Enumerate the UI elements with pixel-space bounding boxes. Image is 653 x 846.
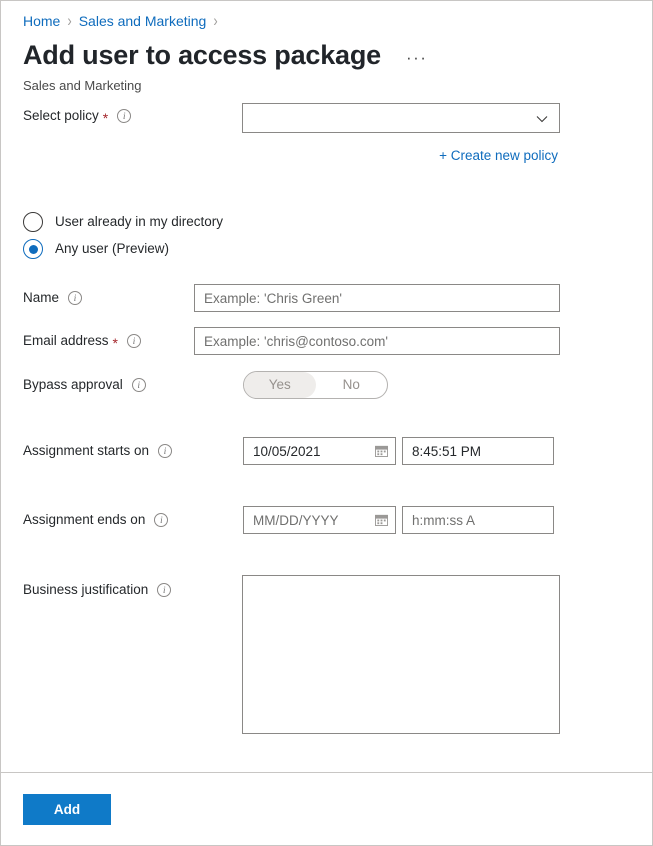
assignment-ends-label-text: Assignment ends on	[23, 512, 146, 527]
add-button[interactable]: Add	[23, 794, 111, 825]
bypass-approval-label-text: Bypass approval	[23, 377, 123, 392]
assignment-starts-date-input[interactable]	[243, 437, 396, 465]
info-icon[interactable]: i	[127, 334, 141, 348]
radio-label-user-already-in-directory: User already in my directory	[55, 214, 224, 229]
assignment-ends-date-input[interactable]	[243, 506, 396, 534]
radio-unchecked-icon	[23, 212, 43, 232]
toggle-option-yes[interactable]: Yes	[244, 372, 316, 398]
email-input[interactable]	[194, 327, 560, 355]
more-options-icon[interactable]: ···	[403, 49, 430, 66]
page-title-row: Add user to access package ···	[23, 39, 430, 71]
breadcrumb-separator-icon: ›	[67, 11, 72, 30]
required-marker: *	[102, 110, 109, 126]
info-icon[interactable]: i	[117, 109, 132, 123]
bypass-approval-label: Bypass approval i	[23, 376, 146, 394]
required-marker: *	[112, 335, 118, 351]
name-label: Name i	[23, 289, 83, 307]
email-label-text: Email address	[23, 333, 109, 348]
business-justification-textarea[interactable]	[242, 575, 560, 734]
assignment-starts-time-input[interactable]	[402, 437, 554, 465]
assignment-ends-time-input[interactable]	[402, 506, 554, 534]
panel-footer: Add	[1, 772, 652, 845]
assignment-ends-label: Assignment ends on i	[23, 511, 169, 529]
bypass-approval-toggle[interactable]: Yes No	[243, 371, 388, 399]
name-input[interactable]	[194, 284, 560, 312]
page-title: Add user to access package	[23, 40, 381, 70]
info-icon[interactable]: i	[158, 444, 173, 458]
name-label-text: Name	[23, 290, 60, 305]
add-user-panel: Home › Sales and Marketing › Add user to…	[0, 0, 653, 846]
business-justification-label-text: Business justification	[23, 582, 149, 597]
radio-checked-icon	[23, 239, 43, 259]
radio-label-any-user-preview: Any user (Preview)	[55, 241, 170, 256]
breadcrumb-separator-icon: ›	[213, 11, 218, 30]
email-label: Email address * i	[23, 332, 141, 350]
select-policy-label-text: Select policy	[23, 108, 99, 123]
radio-any-user-preview[interactable]: Any user (Preview)	[23, 239, 169, 259]
info-icon[interactable]: i	[131, 378, 146, 392]
breadcrumb-item-sales-and-marketing[interactable]: Sales and Marketing	[79, 12, 207, 30]
page-subtitle: Sales and Marketing	[23, 78, 142, 93]
info-icon[interactable]: i	[154, 513, 169, 527]
toggle-option-no[interactable]: No	[316, 372, 388, 398]
assignment-starts-label: Assignment starts on i	[23, 442, 173, 460]
breadcrumb: Home › Sales and Marketing ›	[23, 11, 225, 30]
breadcrumb-item-home[interactable]: Home	[23, 12, 60, 30]
select-policy-label: Select policy * i	[23, 107, 132, 126]
panel-content: Home › Sales and Marketing › Add user to…	[1, 1, 652, 773]
info-icon[interactable]: i	[157, 583, 172, 597]
create-new-policy-link[interactable]: + Create new policy	[439, 148, 558, 163]
chevron-down-icon	[536, 113, 548, 124]
info-icon[interactable]: i	[68, 291, 83, 305]
assignment-starts-label-text: Assignment starts on	[23, 443, 150, 458]
business-justification-label: Business justification i	[23, 581, 172, 599]
select-policy-dropdown[interactable]	[242, 103, 560, 133]
radio-user-already-in-directory[interactable]: User already in my directory	[23, 212, 223, 232]
